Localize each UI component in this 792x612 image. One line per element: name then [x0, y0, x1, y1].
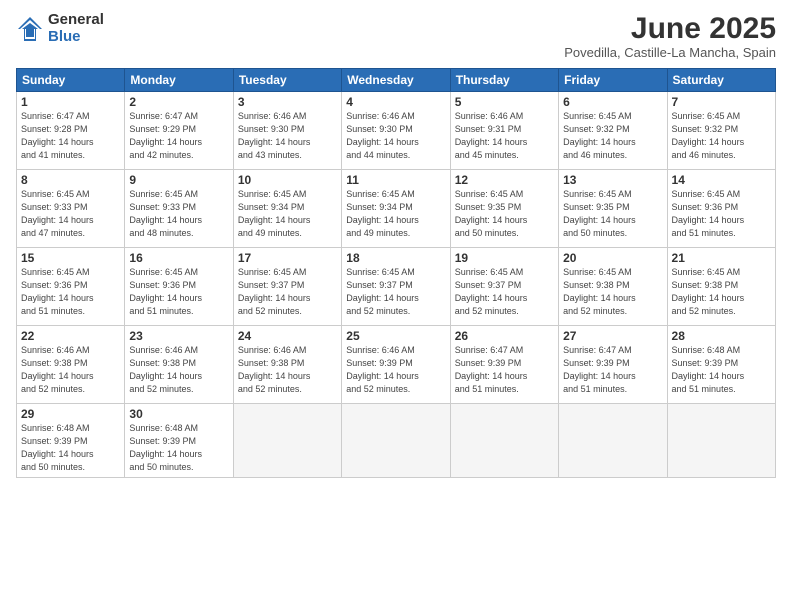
calendar-table: Sunday Monday Tuesday Wednesday Thursday… — [16, 68, 776, 478]
calendar-title: June 2025 — [564, 12, 776, 45]
table-row: 14Sunrise: 6:45 AMSunset: 9:36 PMDayligh… — [667, 170, 775, 248]
week-row: 29Sunrise: 6:48 AMSunset: 9:39 PMDayligh… — [17, 404, 776, 478]
table-row — [342, 404, 450, 478]
page: General Blue June 2025 Povedilla, Castil… — [0, 0, 792, 612]
table-row: 18Sunrise: 6:45 AMSunset: 9:37 PMDayligh… — [342, 248, 450, 326]
table-row: 19Sunrise: 6:45 AMSunset: 9:37 PMDayligh… — [450, 248, 558, 326]
table-row: 6Sunrise: 6:45 AMSunset: 9:32 PMDaylight… — [559, 92, 667, 170]
table-row: 24Sunrise: 6:46 AMSunset: 9:38 PMDayligh… — [233, 326, 341, 404]
table-row: 28Sunrise: 6:48 AMSunset: 9:39 PMDayligh… — [667, 326, 775, 404]
table-row: 4Sunrise: 6:46 AMSunset: 9:30 PMDaylight… — [342, 92, 450, 170]
table-row: 20Sunrise: 6:45 AMSunset: 9:38 PMDayligh… — [559, 248, 667, 326]
table-row: 16Sunrise: 6:45 AMSunset: 9:36 PMDayligh… — [125, 248, 233, 326]
col-thursday: Thursday — [450, 69, 558, 92]
col-saturday: Saturday — [667, 69, 775, 92]
table-row: 22Sunrise: 6:46 AMSunset: 9:38 PMDayligh… — [17, 326, 125, 404]
logo-text: General Blue — [48, 12, 104, 45]
table-row: 11Sunrise: 6:45 AMSunset: 9:34 PMDayligh… — [342, 170, 450, 248]
table-row: 3Sunrise: 6:46 AMSunset: 9:30 PMDaylight… — [233, 92, 341, 170]
table-row: 7Sunrise: 6:45 AMSunset: 9:32 PMDaylight… — [667, 92, 775, 170]
col-monday: Monday — [125, 69, 233, 92]
col-sunday: Sunday — [17, 69, 125, 92]
table-row: 13Sunrise: 6:45 AMSunset: 9:35 PMDayligh… — [559, 170, 667, 248]
table-row: 5Sunrise: 6:46 AMSunset: 9:31 PMDaylight… — [450, 92, 558, 170]
title-block: June 2025 Povedilla, Castille-La Mancha,… — [564, 12, 776, 60]
week-row: 22Sunrise: 6:46 AMSunset: 9:38 PMDayligh… — [17, 326, 776, 404]
table-row: 15Sunrise: 6:45 AMSunset: 9:36 PMDayligh… — [17, 248, 125, 326]
calendar-subtitle: Povedilla, Castille-La Mancha, Spain — [564, 45, 776, 60]
table-row: 2Sunrise: 6:47 AMSunset: 9:29 PMDaylight… — [125, 92, 233, 170]
table-row — [667, 404, 775, 478]
header: General Blue June 2025 Povedilla, Castil… — [16, 12, 776, 60]
table-row: 10Sunrise: 6:45 AMSunset: 9:34 PMDayligh… — [233, 170, 341, 248]
table-row: 29Sunrise: 6:48 AMSunset: 9:39 PMDayligh… — [17, 404, 125, 478]
table-row: 12Sunrise: 6:45 AMSunset: 9:35 PMDayligh… — [450, 170, 558, 248]
table-row: 26Sunrise: 6:47 AMSunset: 9:39 PMDayligh… — [450, 326, 558, 404]
table-row — [233, 404, 341, 478]
table-row: 8Sunrise: 6:45 AMSunset: 9:33 PMDaylight… — [17, 170, 125, 248]
table-row: 17Sunrise: 6:45 AMSunset: 9:37 PMDayligh… — [233, 248, 341, 326]
week-row: 8Sunrise: 6:45 AMSunset: 9:33 PMDaylight… — [17, 170, 776, 248]
col-friday: Friday — [559, 69, 667, 92]
week-row: 15Sunrise: 6:45 AMSunset: 9:36 PMDayligh… — [17, 248, 776, 326]
col-tuesday: Tuesday — [233, 69, 341, 92]
table-row: 1Sunrise: 6:47 AMSunset: 9:28 PMDaylight… — [17, 92, 125, 170]
table-row: 9Sunrise: 6:45 AMSunset: 9:33 PMDaylight… — [125, 170, 233, 248]
logo-general: General — [48, 12, 104, 29]
table-row: 25Sunrise: 6:46 AMSunset: 9:39 PMDayligh… — [342, 326, 450, 404]
logo-blue: Blue — [48, 29, 104, 46]
col-wednesday: Wednesday — [342, 69, 450, 92]
table-row — [559, 404, 667, 478]
logo-icon — [16, 15, 44, 43]
table-row: 21Sunrise: 6:45 AMSunset: 9:38 PMDayligh… — [667, 248, 775, 326]
table-row: 27Sunrise: 6:47 AMSunset: 9:39 PMDayligh… — [559, 326, 667, 404]
table-row: 30Sunrise: 6:48 AMSunset: 9:39 PMDayligh… — [125, 404, 233, 478]
header-row: Sunday Monday Tuesday Wednesday Thursday… — [17, 69, 776, 92]
week-row: 1Sunrise: 6:47 AMSunset: 9:28 PMDaylight… — [17, 92, 776, 170]
table-row — [450, 404, 558, 478]
table-row: 23Sunrise: 6:46 AMSunset: 9:38 PMDayligh… — [125, 326, 233, 404]
logo: General Blue — [16, 12, 104, 45]
